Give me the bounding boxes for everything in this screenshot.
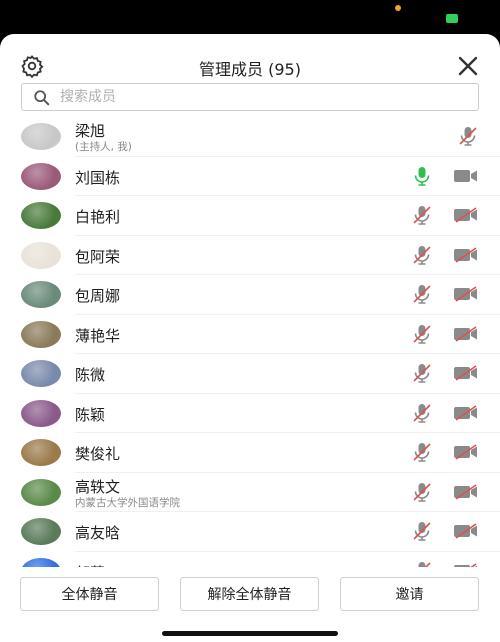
microphone-muted-icon[interactable]: [411, 520, 433, 542]
avatar: [21, 439, 61, 466]
member-row[interactable]: 包阿荣: [0, 236, 500, 275]
member-name: 刘国栋: [75, 168, 121, 187]
microphone-muted-icon[interactable]: [457, 125, 479, 147]
member-row[interactable]: 梁旭 (主持人, 我): [0, 117, 500, 157]
search-bar[interactable]: [21, 83, 479, 111]
mute-all-button[interactable]: 全体静音: [20, 577, 159, 611]
member-name: 梁旭: [75, 122, 106, 140]
microphone-muted-icon[interactable]: [411, 323, 433, 345]
avatar: [21, 518, 61, 545]
member-row[interactable]: 高轶文 内蒙古大学外国语学院: [0, 473, 500, 512]
microphone-muted-icon[interactable]: [411, 441, 433, 463]
page-title: 管理成员 (95): [199, 60, 301, 79]
avatar: [21, 360, 61, 387]
microphone-muted-icon[interactable]: [411, 204, 433, 226]
avatar: [21, 399, 61, 427]
avatar: [21, 320, 61, 348]
manage-members-sheet: 管理成员 (95) 梁旭(主持人, 我) 刘国栋白艳利包阿荣包周娜薄艳华陈微陈颖樊…: [0, 34, 500, 642]
member-row[interactable]: 白艳利: [0, 196, 500, 236]
member-name: 高轶文: [75, 477, 121, 496]
avatar: [21, 478, 61, 506]
microphone-icon[interactable]: [411, 165, 433, 187]
microphone-muted-icon[interactable]: [411, 560, 433, 567]
avatar: [21, 241, 61, 269]
video-camera-off-icon[interactable]: [453, 483, 479, 501]
member-list[interactable]: 梁旭 (主持人, 我) 刘国栋白艳利包阿荣包周娜薄艳华陈微陈颖樊俊礼高轶文 内蒙古大学…: [0, 117, 500, 567]
avatar: [21, 202, 61, 229]
home-indicator: [162, 631, 338, 636]
member-row[interactable]: 樊俊礼: [0, 433, 500, 473]
unmute-all-button[interactable]: 解除全体静音: [180, 577, 319, 611]
status-bar: [0, 0, 500, 34]
microphone-muted-icon[interactable]: [411, 244, 433, 266]
member-row[interactable]: 刘国栋: [0, 157, 500, 196]
microphone-muted-icon[interactable]: [411, 402, 433, 424]
avatar: [21, 123, 61, 150]
member-row[interactable]: 陈颖: [0, 394, 500, 433]
member-name: 高友晗: [75, 524, 121, 542]
member-name: 薄艳华: [75, 326, 121, 345]
recording-indicator-icon: [395, 5, 401, 11]
search-icon: [34, 90, 50, 106]
video-camera-off-icon[interactable]: [453, 246, 479, 264]
member-subtitle: 内蒙古大学外国语学院: [75, 496, 180, 509]
video-camera-off-icon[interactable]: [453, 443, 479, 461]
member-row[interactable]: 高友晗: [0, 512, 500, 552]
video-camera-off-icon[interactable]: [453, 206, 479, 224]
header: 管理成员 (95): [0, 34, 500, 84]
microphone-muted-icon[interactable]: [411, 481, 433, 503]
member-name: 包阿荣: [75, 247, 121, 266]
member-name: 陈颖: [75, 405, 106, 424]
battery-icon: [446, 14, 458, 23]
member-name: 包周娜: [75, 287, 121, 305]
member-row[interactable]: 陈微: [0, 354, 500, 394]
video-camera-off-icon[interactable]: [453, 404, 479, 422]
microphone-muted-icon[interactable]: [411, 362, 433, 384]
member-name: 陈微: [75, 366, 106, 384]
member-name: 樊俊礼: [75, 445, 121, 463]
avatar: [21, 557, 61, 567]
video-camera-off-icon[interactable]: [453, 522, 479, 540]
video-camera-off-icon[interactable]: [453, 325, 479, 343]
video-camera-off-icon[interactable]: [453, 364, 479, 382]
member-subtitle: (主持人, 我): [75, 141, 132, 153]
invite-button[interactable]: 邀请: [340, 577, 479, 611]
avatar: [21, 162, 61, 190]
close-icon[interactable]: [456, 54, 480, 78]
member-row[interactable]: 包周娜: [0, 275, 500, 315]
search-input[interactable]: [60, 86, 460, 108]
video-camera-off-icon[interactable]: [453, 285, 479, 303]
microphone-muted-icon[interactable]: [411, 283, 433, 305]
member-name: 白艳利: [75, 208, 121, 226]
footer: 全体静音 解除全体静音 邀请: [0, 567, 500, 642]
video-camera-icon[interactable]: [453, 167, 479, 185]
avatar: [21, 281, 61, 308]
member-row[interactable]: 郭蓉: [0, 552, 500, 567]
member-row[interactable]: 薄艳华: [0, 315, 500, 354]
